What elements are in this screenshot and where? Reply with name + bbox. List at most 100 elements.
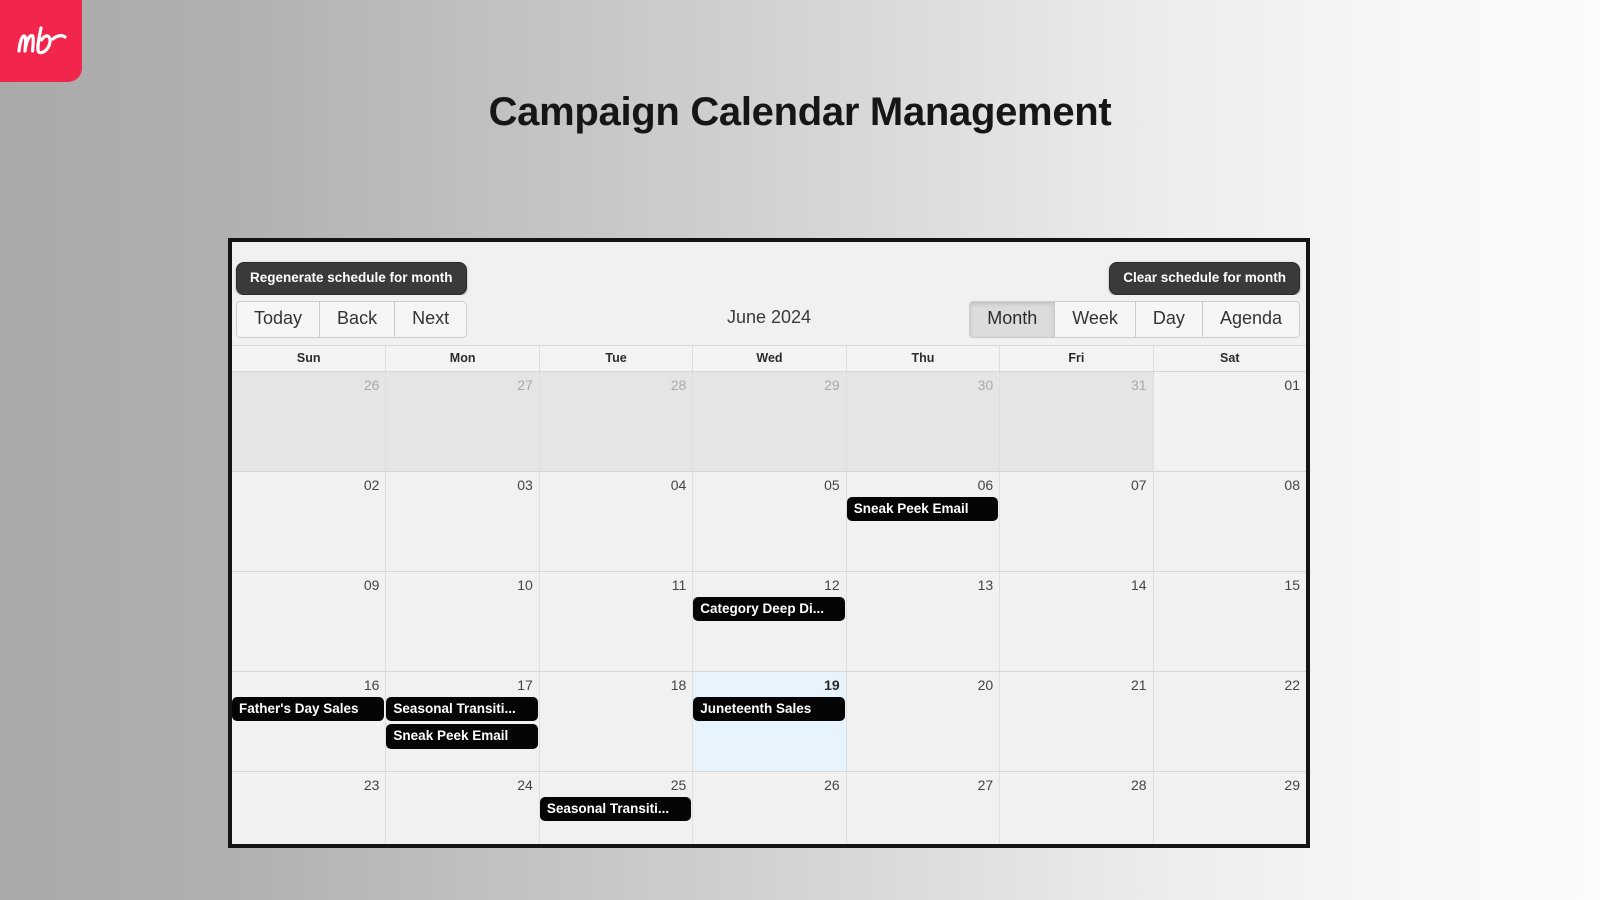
day-number: 29 (824, 377, 840, 393)
calendar-event[interactable]: Juneteenth Sales (693, 696, 845, 722)
weekday-header-fri: Fri (999, 346, 1152, 371)
day-number: 30 (977, 377, 994, 393)
day-number: 26 (363, 377, 380, 393)
day-number: 16 (363, 677, 380, 693)
day-cell[interactable]: 23 (232, 772, 386, 844)
calendar-event[interactable]: Father's Day Sales (232, 696, 385, 722)
day-cell[interactable]: 15 (1152, 572, 1306, 671)
day-cell[interactable]: 18 (538, 672, 693, 771)
day-number: 02 (363, 477, 380, 493)
day-number: 01 (1284, 377, 1300, 393)
week-row: 26 27 28 29 30 31 01 (232, 371, 1306, 471)
day-cell[interactable]: 01 (1152, 372, 1306, 471)
day-number: 09 (363, 577, 380, 593)
day-cell[interactable]: 29 (692, 372, 846, 471)
day-number: 07 (1130, 477, 1147, 493)
brand-logo[interactable] (0, 0, 82, 82)
day-number: 22 (1284, 677, 1300, 693)
day-number: 26 (824, 777, 840, 793)
weekday-header-thu: Thu (845, 346, 999, 371)
calendar-toolbar: Today Back Next June 2024 Month Week Day… (232, 295, 1306, 345)
day-number: 04 (670, 477, 687, 493)
day-number: 28 (1130, 777, 1147, 793)
day-cell[interactable]: 12 Category Deep Di... (692, 572, 846, 671)
day-cell[interactable]: 07 (999, 472, 1153, 571)
day-cell[interactable]: 16 Father's Day Sales (232, 672, 386, 771)
day-cell[interactable]: 03 (385, 472, 539, 571)
calendar-view-group: Month Week Day Agenda (969, 301, 1300, 338)
day-cell[interactable]: 27 (845, 772, 1000, 844)
day-number: 27 (517, 377, 533, 393)
view-day-button[interactable]: Day (1134, 301, 1202, 338)
weekday-header-row: Sun Mon Tue Wed Thu Fri Sat (232, 345, 1306, 371)
weekday-header-tue: Tue (538, 346, 692, 371)
weekday-header-sun: Sun (296, 351, 321, 365)
day-cell[interactable]: 10 (385, 572, 539, 671)
day-cell[interactable]: 27 (385, 372, 539, 471)
calendar-event[interactable]: Sneak Peek Email (846, 496, 999, 522)
day-number: 24 (517, 777, 533, 793)
day-cell[interactable]: 19 Juneteenth Sales (692, 672, 846, 771)
calendar-event[interactable]: Category Deep Di... (693, 596, 845, 622)
day-cell[interactable]: 25 Seasonal Transiti... (538, 772, 693, 844)
day-number: 31 (1130, 377, 1147, 393)
day-number: 03 (517, 477, 533, 493)
view-month-button[interactable]: Month (969, 301, 1055, 338)
day-cell[interactable]: 17 Seasonal Transiti... Sneak Peek Email (385, 672, 539, 771)
day-cell[interactable]: 20 (845, 672, 1000, 771)
clear-schedule-button[interactable]: Clear schedule for month (1109, 262, 1300, 295)
calendar-event[interactable]: Seasonal Transiti... (539, 796, 692, 822)
day-cell[interactable]: 24 (385, 772, 539, 844)
calendar-container: Regenerate schedule for month Clear sche… (228, 238, 1310, 848)
day-number: 25 (670, 777, 687, 793)
day-cell[interactable]: 31 (999, 372, 1153, 471)
day-number: 06 (977, 477, 994, 493)
day-cell[interactable]: 29 (1152, 772, 1306, 844)
day-number: 18 (670, 677, 687, 693)
day-cell[interactable]: 26 (232, 372, 386, 471)
day-cell[interactable]: 26 (692, 772, 846, 844)
day-number: 19 (824, 677, 840, 693)
view-agenda-button[interactable]: Agenda (1201, 301, 1300, 338)
week-row: 09 10 11 12 Category Deep Di... 13 14 15 (232, 571, 1306, 671)
calendar-event[interactable]: Sneak Peek Email (386, 724, 538, 749)
day-number: 14 (1130, 577, 1147, 593)
day-cell[interactable]: 06 Sneak Peek Email (845, 472, 1000, 571)
day-number: 17 (517, 677, 533, 693)
calendar-event[interactable]: Seasonal Transiti... (386, 696, 538, 722)
day-cell[interactable]: 30 (845, 372, 1000, 471)
calendar-action-row: Regenerate schedule for month Clear sche… (232, 242, 1306, 295)
day-cell[interactable]: 05 (692, 472, 846, 571)
weekday-header-wed: Wed (692, 346, 845, 371)
day-number: 12 (824, 577, 840, 593)
regenerate-schedule-button[interactable]: Regenerate schedule for month (236, 262, 467, 295)
day-cell[interactable]: 04 (538, 472, 693, 571)
day-number: 23 (363, 777, 380, 793)
weekday-header-mon: Mon (385, 346, 538, 371)
day-number: 15 (1284, 577, 1300, 593)
page-title: Campaign Calendar Management (488, 90, 1112, 134)
day-cell[interactable]: 21 (999, 672, 1153, 771)
day-cell[interactable]: 22 (1152, 672, 1306, 771)
week-row: 02 03 04 05 06 Sneak Peek Email 07 08 (232, 471, 1306, 571)
calendar-grid: 26 27 28 29 30 31 01 02 03 04 05 06 Sneak Peek Email… (232, 371, 1306, 844)
week-row: 23 24 25 Seasonal Transiti... 26 27 28 29 (232, 771, 1306, 844)
day-number: 05 (824, 477, 840, 493)
logo-mb-icon (13, 21, 69, 61)
day-number: 28 (670, 377, 687, 393)
weekday-header-sat: Sat (1152, 346, 1306, 371)
day-number: 20 (977, 677, 994, 693)
day-number: 29 (1284, 777, 1300, 793)
day-cell[interactable]: 28 (999, 772, 1153, 844)
day-cell[interactable]: 09 (232, 572, 386, 671)
day-number: 11 (671, 577, 687, 593)
day-cell[interactable]: 28 (538, 372, 693, 471)
day-number: 13 (977, 577, 994, 593)
day-cell[interactable]: 08 (1152, 472, 1306, 571)
view-week-button[interactable]: Week (1054, 301, 1135, 338)
day-cell[interactable]: 02 (232, 472, 386, 571)
day-cell[interactable]: 11 (538, 572, 693, 671)
day-cell[interactable]: 14 (999, 572, 1153, 671)
day-cell[interactable]: 13 (845, 572, 1000, 671)
day-number: 10 (517, 577, 533, 593)
